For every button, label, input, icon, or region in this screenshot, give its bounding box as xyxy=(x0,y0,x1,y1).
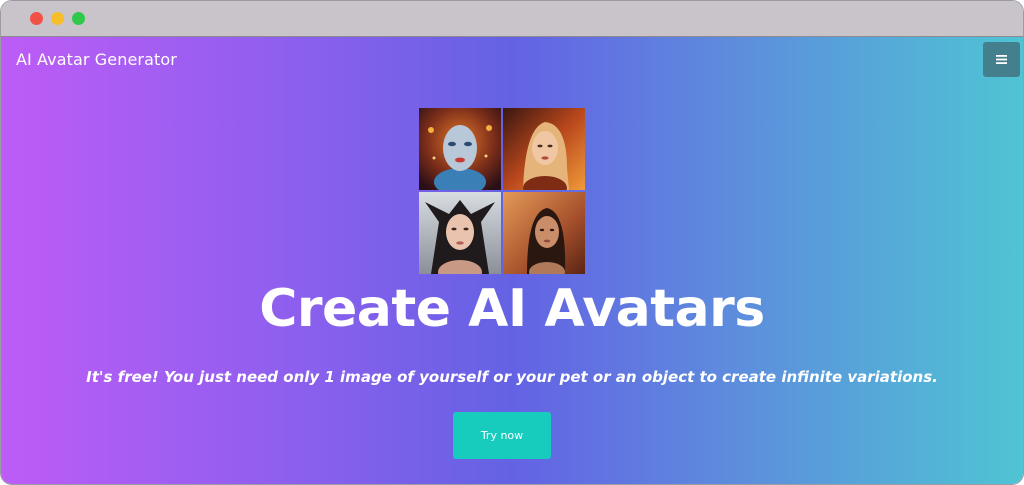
try-now-button[interactable]: Try now xyxy=(453,412,551,459)
brand-title[interactable]: AI Avatar Generator xyxy=(16,50,177,69)
hamburger-icon xyxy=(996,55,1007,64)
maximize-window-button[interactable] xyxy=(72,12,85,25)
avatar-image xyxy=(503,192,585,274)
menu-button[interactable] xyxy=(983,42,1020,77)
hero-section: AI Avatar Generator Create AI Avatars It… xyxy=(1,37,1023,484)
avatar-image xyxy=(419,192,501,274)
avatar-collage xyxy=(419,108,585,274)
avatar-image xyxy=(419,108,501,190)
close-window-button[interactable] xyxy=(30,12,43,25)
avatar-image xyxy=(503,108,585,190)
minimize-window-button[interactable] xyxy=(51,12,64,25)
hero-subtitle: It's free! You just need only 1 image of… xyxy=(86,368,938,386)
hero-title: Create AI Avatars xyxy=(259,279,765,339)
browser-window: AI Avatar Generator Create AI Avatars It… xyxy=(0,0,1024,485)
window-titlebar xyxy=(1,1,1023,37)
